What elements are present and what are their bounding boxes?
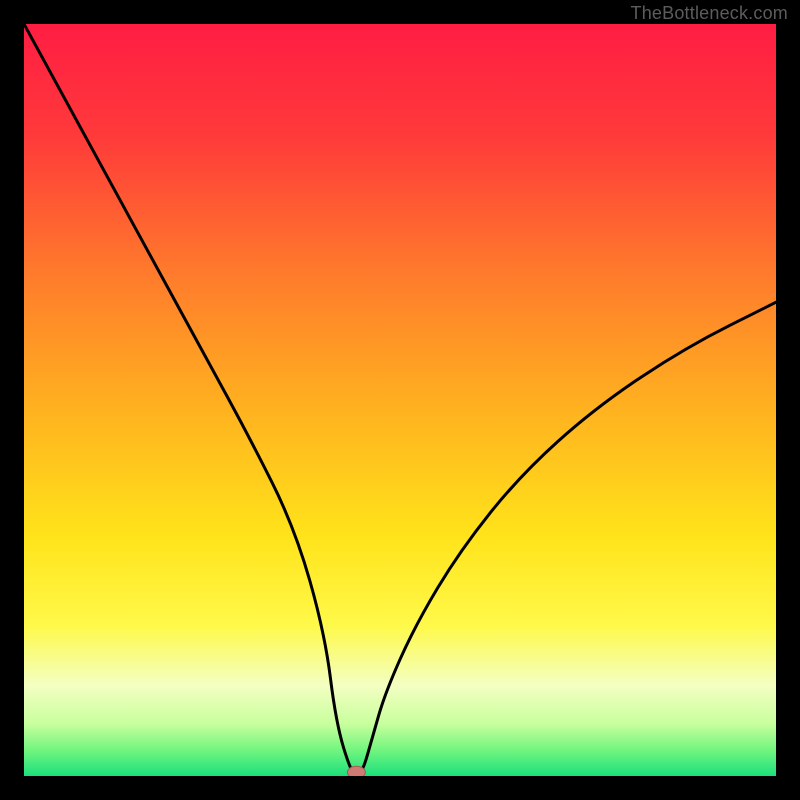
outer-frame: TheBottleneck.com: [0, 0, 800, 800]
plot-area: [24, 24, 776, 776]
gradient-background: [24, 24, 776, 776]
watermark-text: TheBottleneck.com: [631, 3, 788, 24]
minimum-marker: [347, 766, 365, 776]
chart-svg: [24, 24, 776, 776]
